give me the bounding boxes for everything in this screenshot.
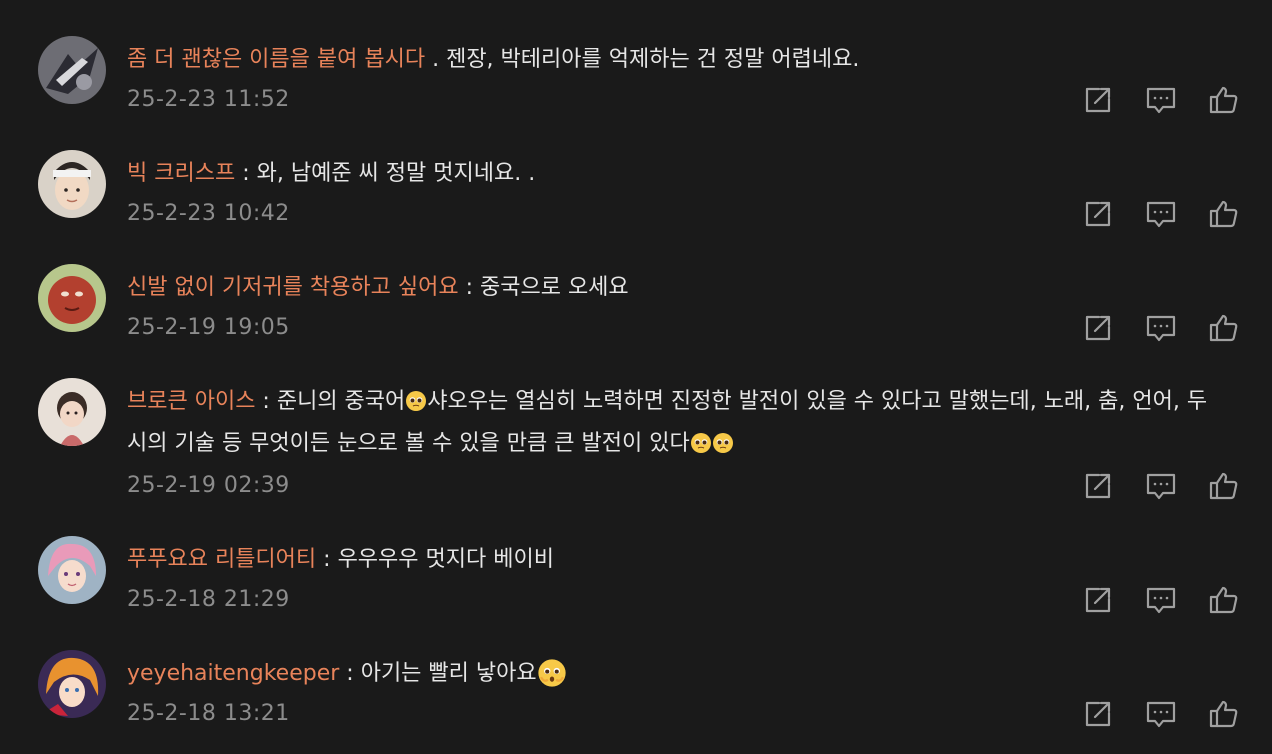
share-button[interactable] xyxy=(1082,312,1114,344)
comment-actions xyxy=(1082,312,1242,344)
timestamp: 25-2-19 02:39 xyxy=(127,473,290,498)
comment-text: 아기는 빨리 낳아요 xyxy=(360,661,537,686)
thumbs-up-icon xyxy=(1209,700,1238,728)
comment-text: 우우우우 멋지다 베이비 xyxy=(337,547,554,572)
reply-icon xyxy=(1146,201,1176,228)
reply-button[interactable] xyxy=(1145,312,1177,344)
thumbs-up-icon xyxy=(1209,200,1238,228)
timestamp: 25-2-23 10:42 xyxy=(127,201,290,226)
reply-button[interactable] xyxy=(1145,470,1177,502)
timestamp: 25-2-19 19:05 xyxy=(127,315,290,340)
timestamp: 25-2-23 11:52 xyxy=(127,87,290,112)
avatar[interactable] xyxy=(38,536,106,604)
share-icon xyxy=(1085,587,1111,613)
share-button[interactable] xyxy=(1082,470,1114,502)
comment-actions xyxy=(1082,584,1242,616)
comment-actions xyxy=(1082,698,1242,730)
reply-button[interactable] xyxy=(1145,198,1177,230)
comment-actions xyxy=(1082,198,1242,230)
thumbs-up-icon xyxy=(1209,586,1238,614)
share-icon xyxy=(1085,701,1111,727)
comment-text: 와, 남예준 씨 정말 멋지네요. . xyxy=(256,161,536,186)
reply-icon xyxy=(1146,587,1176,614)
timestamp: 25-2-18 21:29 xyxy=(127,587,290,612)
comment-text: 젠장, 박테리아를 억제하는 건 정말 어렵네요. xyxy=(446,47,860,72)
username-link[interactable]: 신발 없이 기저귀를 착용하고 싶어요 xyxy=(127,275,459,300)
reply-icon xyxy=(1146,87,1176,114)
separator: : xyxy=(458,275,480,300)
reply-button[interactable] xyxy=(1145,84,1177,116)
username-link[interactable]: 브로큰 아이스 xyxy=(127,389,255,414)
avatar[interactable] xyxy=(38,150,106,218)
avatar[interactable] xyxy=(38,36,106,104)
comment-body: 푸푸요요 리틀디어티 : 우우우우 멋지다 베이비 xyxy=(127,539,1227,581)
share-button[interactable] xyxy=(1082,198,1114,230)
comment-body: 브로큰 아이스 : 준니의 중국어 샤오우는 열심히 노력하면 진정한 발전이 있… xyxy=(127,381,1227,465)
like-button[interactable] xyxy=(1208,84,1240,116)
share-button[interactable] xyxy=(1082,584,1114,616)
timestamp: 25-2-18 13:21 xyxy=(127,701,290,726)
reply-icon xyxy=(1146,473,1176,500)
thumbs-up-icon xyxy=(1209,314,1238,342)
like-button[interactable] xyxy=(1208,312,1240,344)
reply-button[interactable] xyxy=(1145,698,1177,730)
comment-text: 준니의 중국어 xyxy=(276,389,406,414)
share-button[interactable] xyxy=(1082,698,1114,730)
share-icon xyxy=(1085,201,1111,227)
separator: : xyxy=(339,661,361,686)
thumbs-up-icon xyxy=(1209,472,1238,500)
reply-icon xyxy=(1146,701,1176,728)
reply-icon xyxy=(1146,315,1176,342)
separator: : xyxy=(316,547,338,572)
like-button[interactable] xyxy=(1208,698,1240,730)
pleading-face-emoji xyxy=(712,432,734,454)
pleading-face-emoji xyxy=(405,390,427,412)
reply-button[interactable] xyxy=(1145,584,1177,616)
comment-actions xyxy=(1082,84,1242,116)
avatar[interactable] xyxy=(38,650,106,718)
avatar[interactable] xyxy=(38,264,106,332)
like-button[interactable] xyxy=(1208,470,1240,502)
hushed-face-emoji xyxy=(537,658,567,688)
username-link[interactable]: 푸푸요요 리틀디어티 xyxy=(127,547,316,572)
separator: . xyxy=(425,47,447,72)
username-link[interactable]: 좀 더 괜찮은 이름을 붙여 봅시다 xyxy=(127,47,425,72)
share-icon xyxy=(1085,315,1111,341)
separator: : xyxy=(255,389,277,414)
pleading-face-emoji xyxy=(690,432,712,454)
share-icon xyxy=(1085,87,1111,113)
share-icon xyxy=(1085,473,1111,499)
separator: : xyxy=(235,161,257,186)
comment-body: 빅 크리스프 : 와, 남예준 씨 정말 멋지네요. . xyxy=(127,153,1227,195)
comment-actions xyxy=(1082,470,1242,502)
comment-text: 중국으로 오세요 xyxy=(479,275,629,300)
thumbs-up-icon xyxy=(1209,86,1238,114)
username-link[interactable]: yeyehaitengkeeper xyxy=(127,661,339,686)
like-button[interactable] xyxy=(1208,584,1240,616)
comment-body: yeyehaitengkeeper : 아기는 빨리 낳아요 xyxy=(127,653,1227,695)
username-link[interactable]: 빅 크리스프 xyxy=(127,161,235,186)
comment-body: 신발 없이 기저귀를 착용하고 싶어요 : 중국으로 오세요 xyxy=(127,267,1227,309)
like-button[interactable] xyxy=(1208,198,1240,230)
comment-body: 좀 더 괜찮은 이름을 붙여 봅시다 . 젠장, 박테리아를 억제하는 건 정말… xyxy=(127,39,1227,81)
share-button[interactable] xyxy=(1082,84,1114,116)
avatar[interactable] xyxy=(38,378,106,446)
